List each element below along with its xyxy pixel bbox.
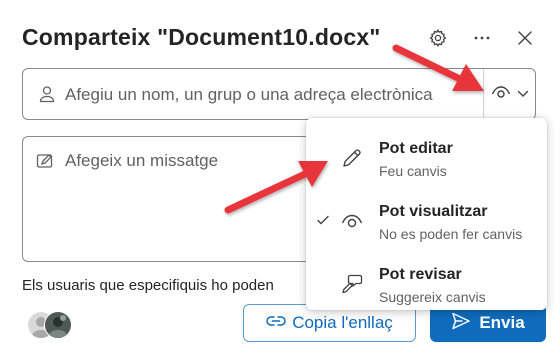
chevron-down-icon <box>517 85 529 103</box>
menu-item-title: Pot revisar <box>379 266 462 283</box>
review-icon <box>340 272 364 296</box>
checkmark-icon <box>316 213 330 227</box>
eye-icon <box>340 209 364 233</box>
permission-dropdown-button[interactable] <box>485 69 535 119</box>
dialog-title: Comparteix "Document10.docx" <box>22 24 381 50</box>
recipient-placeholder: Afegiu un nom, un grup o una adreça elec… <box>65 85 433 104</box>
menu-item-can-review[interactable]: Pot revisar Suggereix canvis <box>306 250 547 310</box>
eye-icon <box>491 84 511 105</box>
copy-link-label: Copia l'enllaç <box>292 313 393 332</box>
menu-item-subtitle: Suggereix canvis <box>379 289 486 305</box>
edit-icon <box>36 152 54 170</box>
permission-menu: Pot editar Feu canvis Pot visualitzar No… <box>306 118 547 310</box>
menu-item-subtitle: Feu canvis <box>379 163 447 179</box>
more-horizontal-icon[interactable] <box>470 26 494 50</box>
menu-item-title: Pot visualitzar <box>379 203 488 220</box>
recipient-input[interactable]: Afegiu un nom, un grup o una adreça elec… <box>22 68 536 120</box>
gear-icon[interactable] <box>426 26 450 50</box>
menu-item-subtitle: No es poden fer canvis <box>379 226 523 242</box>
send-icon <box>451 312 471 335</box>
person-icon <box>37 84 57 104</box>
info-text: Els usuaris que especifiquis ho poden <box>22 277 274 294</box>
send-label: Envia <box>479 313 525 332</box>
menu-item-title: Pot editar <box>379 140 453 157</box>
avatar <box>44 311 72 339</box>
message-placeholder: Afegeix un missatge <box>65 151 219 170</box>
link-icon <box>266 313 286 333</box>
divider <box>483 69 484 119</box>
menu-item-can-view[interactable]: Pot visualitzar No es poden fer canvis <box>306 187 547 247</box>
pencil-icon <box>340 146 364 170</box>
close-icon[interactable] <box>513 26 537 50</box>
menu-item-can-edit[interactable]: Pot editar Feu canvis <box>306 124 547 184</box>
avatar-group <box>27 311 73 339</box>
